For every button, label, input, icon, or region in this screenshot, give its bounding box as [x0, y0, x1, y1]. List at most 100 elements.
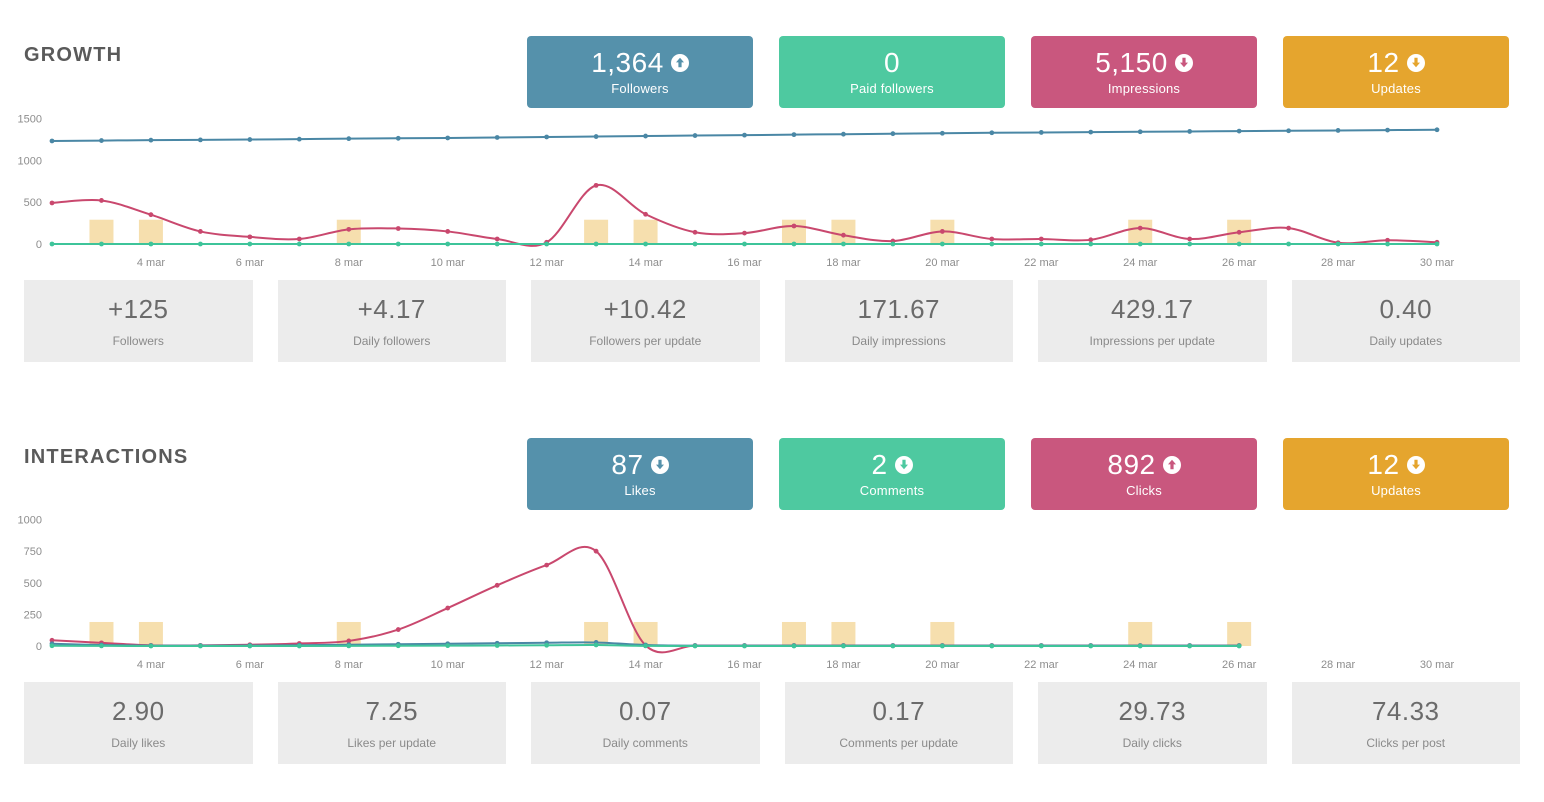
interactions-section-header: INTERACTIONS 87 Likes 2 Comments 892 Clicks 12… — [0, 402, 1544, 510]
data-point — [49, 138, 55, 144]
data-point — [791, 643, 797, 649]
y-axis-tick-label: 500 — [24, 197, 42, 209]
x-axis-tick-label: 10 mar — [431, 659, 466, 671]
data-point — [1088, 237, 1094, 243]
data-point — [148, 241, 154, 247]
kpi-value: 87 — [611, 450, 669, 480]
stat-label: Daily impressions — [851, 334, 946, 348]
data-point — [841, 643, 846, 649]
kpi-value: 892 — [1107, 449, 1181, 481]
data-point — [346, 643, 352, 649]
stat-label: Comments per update — [839, 736, 959, 750]
data-point — [1236, 643, 1242, 649]
data-point — [1038, 130, 1044, 135]
x-axis-tick-label: 18 mar — [826, 257, 861, 269]
stat-value: +10.42 — [603, 294, 687, 324]
stat-label: Daily updates — [1369, 334, 1443, 348]
x-axis-tick-label: 16 mar — [727, 659, 762, 671]
y-axis-tick-label: 750 — [24, 546, 42, 558]
data-point — [1286, 225, 1292, 231]
stat-tile-followers-per-update: +10.42 Followers per update — [531, 280, 760, 362]
data-point — [197, 229, 203, 234]
trend-down-icon — [894, 455, 913, 474]
y-axis-tick-label: 0 — [36, 239, 42, 251]
x-axis-tick-label: 14 mar — [628, 257, 663, 269]
data-point — [49, 241, 55, 247]
analytics-dashboard: GROWTH 1,364 Followers 0 Paid followers 5,15… — [0, 0, 1544, 802]
kpi-number: 892 — [1107, 449, 1156, 481]
x-axis-tick-label: 8 mar — [335, 257, 363, 269]
interactions-section-title: INTERACTIONS — [24, 446, 189, 468]
data-point — [99, 241, 104, 247]
update-bar — [781, 621, 806, 646]
stat-value: 29.73 — [1118, 696, 1187, 726]
data-point — [296, 136, 302, 142]
data-point — [692, 241, 698, 247]
stat-value: 74.33 — [1371, 696, 1440, 726]
stat-label: Followers per update — [589, 334, 702, 348]
data-point — [643, 133, 648, 139]
data-point — [593, 642, 599, 648]
stat-tile-daily-comments: 0.07 Daily comments — [531, 682, 760, 764]
stat-tile-comments-per-update: 0.17 Comments per update — [784, 682, 1013, 764]
update-bar — [138, 621, 163, 646]
x-axis-tick-label: 28 mar — [1321, 659, 1356, 671]
data-point — [742, 643, 747, 649]
x-axis-tick-label: 26 mar — [1222, 659, 1257, 671]
data-point — [939, 241, 945, 247]
data-point — [1088, 643, 1094, 649]
data-point — [544, 134, 550, 140]
data-point — [494, 236, 500, 242]
data-point — [1236, 229, 1242, 235]
data-point — [296, 241, 302, 247]
data-point — [1286, 241, 1292, 247]
update-bar — [89, 219, 114, 244]
data-point — [890, 643, 896, 649]
data-point — [197, 241, 203, 247]
data-point — [692, 133, 698, 138]
x-axis-tick-label: 10 mar — [431, 257, 466, 269]
kpi-number: 5,150 — [1095, 47, 1168, 79]
data-point — [346, 226, 352, 232]
trend-down-icon — [1406, 455, 1425, 474]
stat-value: 171.67 — [857, 294, 941, 324]
stat-tile-daily-likes: 2.90 Daily likes — [24, 682, 253, 764]
data-point — [1286, 128, 1292, 134]
data-point — [395, 643, 401, 649]
x-axis-tick-label: 4 mar — [137, 257, 165, 269]
y-axis-tick-label: 1500 — [18, 113, 42, 125]
data-point — [841, 131, 846, 137]
trend-up-icon — [1162, 455, 1181, 474]
data-point — [989, 130, 995, 136]
data-point — [247, 643, 253, 649]
growth-section-title: GROWTH — [24, 44, 123, 66]
stat-label: Followers — [112, 334, 164, 348]
stat-tile-clicks-per-post: 74.33 Clicks per post — [1291, 682, 1520, 764]
data-point — [692, 229, 698, 235]
data-point — [1434, 241, 1440, 247]
data-point — [643, 241, 648, 247]
data-point — [395, 226, 401, 231]
data-point — [1187, 129, 1193, 134]
data-point — [890, 131, 896, 137]
data-point — [1137, 225, 1143, 231]
interactions-stats-row: 2.90 Daily likes 7.25 Likes per update 0.07 D… — [0, 682, 1544, 764]
stat-label: Daily followers — [353, 334, 431, 348]
data-point — [99, 643, 104, 649]
x-axis-tick-label: 24 mar — [1123, 257, 1158, 269]
stat-tile-daily-clicks: 29.73 Daily clicks — [1038, 682, 1267, 764]
data-point — [99, 138, 104, 143]
data-point — [989, 643, 995, 649]
stat-label: Impressions per update — [1089, 334, 1215, 348]
data-point — [99, 198, 104, 203]
update-bar — [633, 219, 658, 244]
data-point — [1385, 127, 1390, 133]
x-axis-tick-label: 6 mar — [236, 659, 264, 671]
data-point — [346, 136, 352, 142]
x-axis-tick-label: 26 mar — [1222, 257, 1257, 269]
update-bar — [1128, 621, 1153, 646]
data-point — [494, 582, 500, 588]
growth-chart-canvas: 0 500 1000 1500 4 mar 6 mar 8 mar 10 mar 12 mar 1… — [18, 113, 1455, 269]
data-point — [148, 137, 154, 143]
y-axis-tick-label: 500 — [24, 578, 42, 590]
